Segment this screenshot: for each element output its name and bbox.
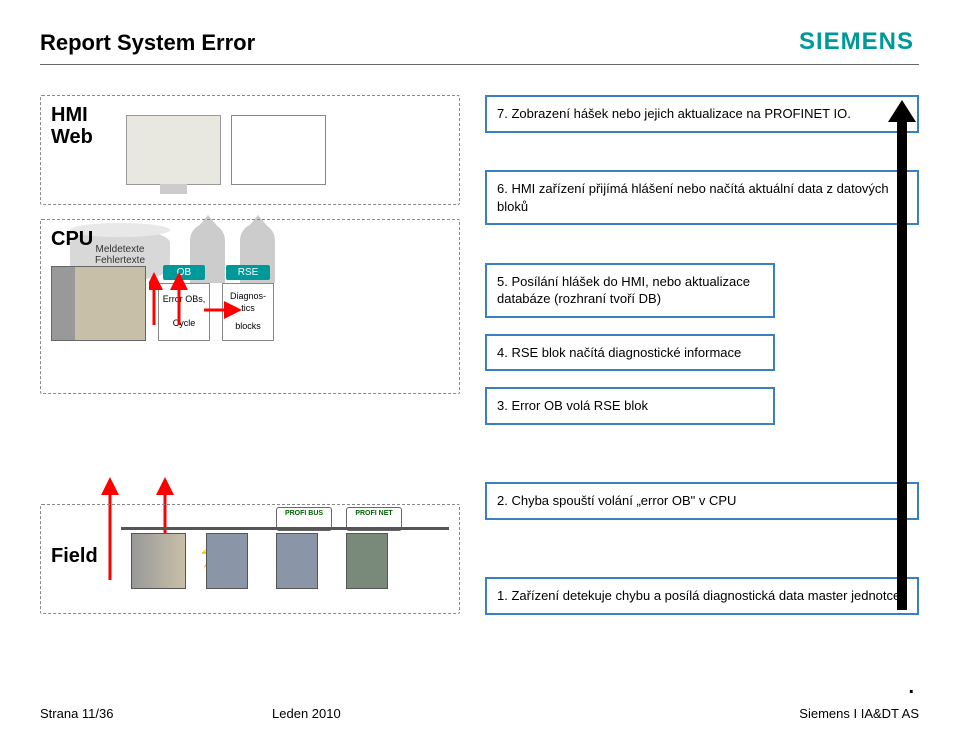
title-divider [40,64,919,65]
cpu-label: CPU [51,228,93,251]
decorative-dot: . [908,676,914,699]
flow-arrow-up-icon [890,100,914,610]
hmi-label: HMI Web [51,104,93,148]
hmi-label-line1: HMI [51,104,93,126]
field-device-icon [131,533,186,589]
step-4-box: 4. RSE blok načítá diagnostické informac… [485,334,775,372]
step-1-box: 1. Zařízení detekuje chybu a posílá diag… [485,577,919,615]
siemens-logo: SIEMENS [799,28,914,56]
field-device-icon [276,533,318,589]
hmi-panel-icon [126,115,221,185]
field-layer-box: Field PROFI BUS PROFI NET ⚡ [40,504,460,614]
step-3-box: 3. Error OB volá RSE blok [485,387,775,425]
footer-page: Strana 11/36 [40,706,113,721]
steps-column: 7. Zobrazení hášek nebo jejich aktualiza… [485,95,919,615]
footer-company: Siemens I IA&DT AS [799,706,919,721]
fieldbus-line [121,527,449,530]
step-7-box: 7. Zobrazení hášek nebo jejich aktualiza… [485,95,919,133]
step-5-box: 5. Posílání hlášek do HMI, nebo aktualiz… [485,263,775,318]
red-arrows-cpu [149,270,299,360]
step-2-box: 2. Chyba spouští volání „error OB" v CPU [485,482,919,520]
field-device-icon [346,533,388,589]
step-6-box: 6. HMI zařízení přijímá hlášení nebo nač… [485,170,919,225]
field-label: Field [51,545,98,568]
page-title: Report System Error [40,30,919,56]
db-text-line1: Meldetexte [96,244,145,255]
arrow-head-icon [888,100,916,122]
field-device-icon [206,533,248,589]
hmi-layer-box: HMI Web [40,95,460,205]
footer: Strana 11/36 Leden 2010 Siemens I IA&DT … [40,706,919,721]
footer-date: Leden 2010 [272,706,341,721]
arrow-shaft [897,122,907,610]
hmi-label-line2: Web [51,126,93,148]
db-text-line2: Fehlertexte [95,255,145,266]
diagram-column: HMI Web Meldetexte Fehlertexte CPU OB [40,95,460,615]
web-browser-icon [231,115,326,185]
plc-rack-icon [51,266,146,341]
